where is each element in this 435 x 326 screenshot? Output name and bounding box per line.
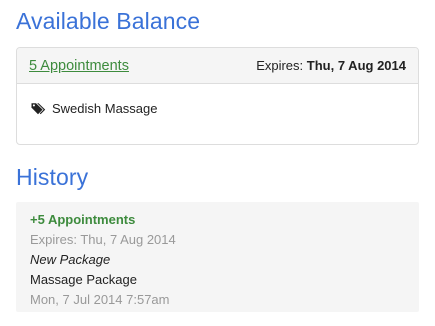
history-package: Massage Package xyxy=(30,272,137,287)
available-balance-heading: Available Balance xyxy=(16,8,201,34)
balance-card: 5 Appointments Expires: Thu, 7 Aug 2014 … xyxy=(16,47,419,145)
expires-label: Expires: xyxy=(256,58,304,73)
history-heading: History xyxy=(16,164,89,190)
service-name: Swedish Massage xyxy=(52,101,158,116)
history-date: Mon, 7 Jul 2014 7:57am xyxy=(30,292,170,307)
history-expires: Expires: Thu, 7 Aug 2014 xyxy=(30,232,176,247)
tag-icon xyxy=(31,102,46,114)
history-amount: +5 Appointments xyxy=(30,212,136,227)
history-item: +5 Appointments Expires: Thu, 7 Aug 2014… xyxy=(16,202,419,312)
expires-date: Thu, 7 Aug 2014 xyxy=(306,58,406,73)
history-type: New Package xyxy=(30,252,111,267)
expires-info: Expires: Thu, 7 Aug 2014 xyxy=(256,58,406,73)
appointments-link[interactable]: 5 Appointments xyxy=(29,58,129,74)
balance-card-header: 5 Appointments Expires: Thu, 7 Aug 2014 xyxy=(17,48,418,84)
balance-card-body: Swedish Massage xyxy=(17,84,418,133)
